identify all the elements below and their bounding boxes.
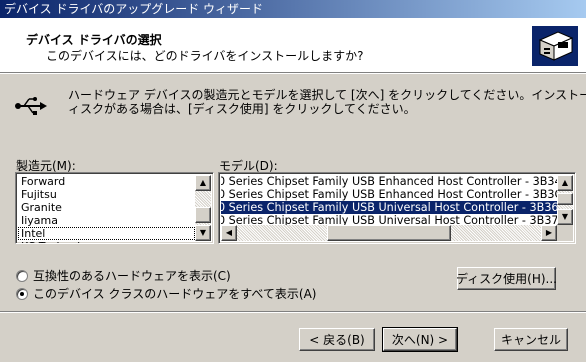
scroll-up-icon[interactable]: ▲	[557, 175, 573, 191]
model-list-item[interactable]: 0 Series Chipset Family USB Enhanced Hos…	[221, 175, 557, 188]
scroll-up-icon[interactable]: ▲	[195, 175, 211, 191]
scroll-down-icon[interactable]: ▼	[195, 225, 211, 241]
cancel-button[interactable]: キャンセル	[494, 328, 568, 351]
compatible-hardware-label: 互換性のあるハードウェアを表示(C)	[33, 269, 231, 283]
manufacturer-list-items: ForwardFujitsuGraniteIiyamaIntelKC Techn…	[18, 175, 195, 243]
have-disk-button[interactable]: ディスク使用(H)...	[456, 267, 557, 290]
scroll-thumb[interactable]	[195, 207, 211, 223]
radio-button[interactable]	[16, 269, 28, 282]
usb-icon	[15, 97, 47, 115]
instruction-text: ハードウェア デバイスの製造元とモデルを選択して [次へ] をクリックしてくださ…	[68, 88, 586, 116]
hardware-wizard-icon	[532, 26, 578, 66]
manufacturer-scrollbar[interactable]: ▲ ▼	[195, 175, 211, 241]
instruction-line-2: ィスクがある場合は、[ディスク使用] をクリックしてください。	[68, 102, 416, 116]
compatible-hardware-option[interactable]: 互換性のあるハードウェアを表示(C)	[16, 267, 231, 284]
driver-wizard-window: デバイス ドライバのアップグレード ウィザード デバイス ドライバの選択 このデ…	[0, 0, 586, 362]
manufacturer-list-item[interactable]: Fujitsu	[18, 188, 195, 201]
next-button[interactable]: 次へ(N) >	[382, 327, 458, 352]
scroll-corner	[557, 225, 573, 241]
manufacturer-list[interactable]: ForwardFujitsuGraniteIiyamaIntelKC Techn…	[15, 172, 214, 244]
back-button[interactable]: < 戻る(B)	[299, 328, 375, 351]
title-bar: デバイス ドライバのアップグレード ウィザード	[0, 0, 586, 18]
model-hscrollbar[interactable]: ◀ ▶	[221, 225, 557, 241]
model-list-item[interactable]: 0 Series Chipset Family USB Universal Ho…	[221, 201, 557, 214]
model-vscrollbar[interactable]: ▲ ▼	[557, 175, 573, 225]
scroll-down-icon[interactable]: ▼	[557, 209, 573, 225]
model-list-item[interactable]: 0 Series Chipset Family USB Enhanced Hos…	[221, 188, 557, 201]
manufacturer-list-item[interactable]: Forward	[18, 175, 195, 188]
wizard-header: デバイス ドライバの選択 このデバイスには、どのドライバをインストールしますか?	[0, 18, 586, 73]
scroll-thumb[interactable]	[327, 225, 451, 241]
footer-separator	[0, 311, 586, 313]
model-list[interactable]: 0 Series Chipset Family USB Enhanced Hos…	[218, 172, 576, 244]
manufacturer-list-item[interactable]: Intel	[18, 227, 195, 240]
manufacturer-list-item[interactable]: Granite	[18, 201, 195, 214]
scroll-left-icon[interactable]: ◀	[221, 225, 237, 241]
window-title: デバイス ドライバのアップグレード ウィザード	[4, 2, 264, 16]
scroll-thumb[interactable]	[557, 193, 573, 205]
header-subtitle: このデバイスには、どのドライバをインストールしますか?	[46, 49, 364, 63]
header-divider	[0, 73, 586, 74]
instruction-line-1: ハードウェア デバイスの製造元とモデルを選択して [次へ] をクリックしてくださ…	[68, 88, 586, 102]
manufacturer-list-item[interactable]: KC Technology	[18, 240, 195, 243]
header-title: デバイス ドライバの選択	[26, 33, 162, 47]
scroll-right-icon[interactable]: ▶	[541, 225, 557, 241]
all-hardware-option[interactable]: このデバイス クラスのハードウェアをすべて表示(A)	[16, 285, 316, 302]
model-list-items: 0 Series Chipset Family USB Enhanced Hos…	[221, 175, 557, 227]
all-hardware-label: このデバイス クラスのハードウェアをすべて表示(A)	[33, 287, 317, 301]
manufacturer-list-item[interactable]: Iiyama	[18, 214, 195, 227]
radio-button[interactable]	[16, 287, 28, 300]
